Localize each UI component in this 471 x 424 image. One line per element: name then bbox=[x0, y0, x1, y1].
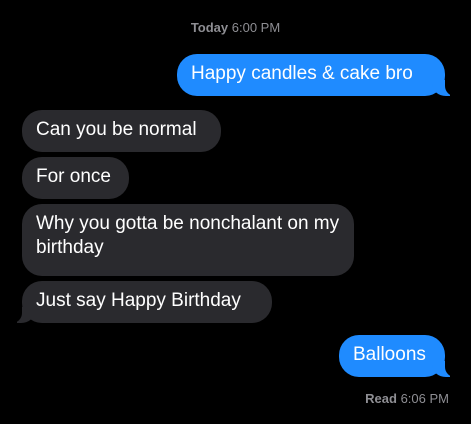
message-received-bubble[interactable]: For once bbox=[22, 157, 129, 199]
read-receipt: Read 6:06 PM bbox=[365, 391, 449, 406]
message-text: For once bbox=[36, 166, 111, 187]
message-text: Happy candles & cake bro bbox=[191, 63, 413, 84]
timestamp-day: Today bbox=[190, 20, 229, 35]
message-text: Balloons bbox=[353, 344, 426, 365]
read-receipt-time: 6:06 PM bbox=[400, 391, 449, 406]
timestamp-time: 6:00 PM bbox=[231, 20, 281, 35]
timestamp-header: Today 6:00 PM bbox=[0, 20, 471, 35]
message-received-bubble[interactable]: Can you be normal bbox=[22, 110, 221, 152]
message-text: Can you be normal bbox=[36, 119, 197, 140]
read-receipt-label: Read bbox=[365, 391, 397, 406]
message-sent-bubble[interactable]: Balloons bbox=[339, 335, 455, 377]
message-received-bubble[interactable]: Just say Happy Birthday bbox=[12, 281, 272, 323]
message-text: Just say Happy Birthday bbox=[36, 290, 241, 311]
message-sent-bubble[interactable]: Happy candles & cake bro bbox=[177, 54, 455, 96]
message-text: Why you gotta be nonchalant on my birthd… bbox=[36, 213, 340, 258]
message-received-bubble[interactable]: Why you gotta be nonchalant on my birthd… bbox=[22, 204, 354, 276]
